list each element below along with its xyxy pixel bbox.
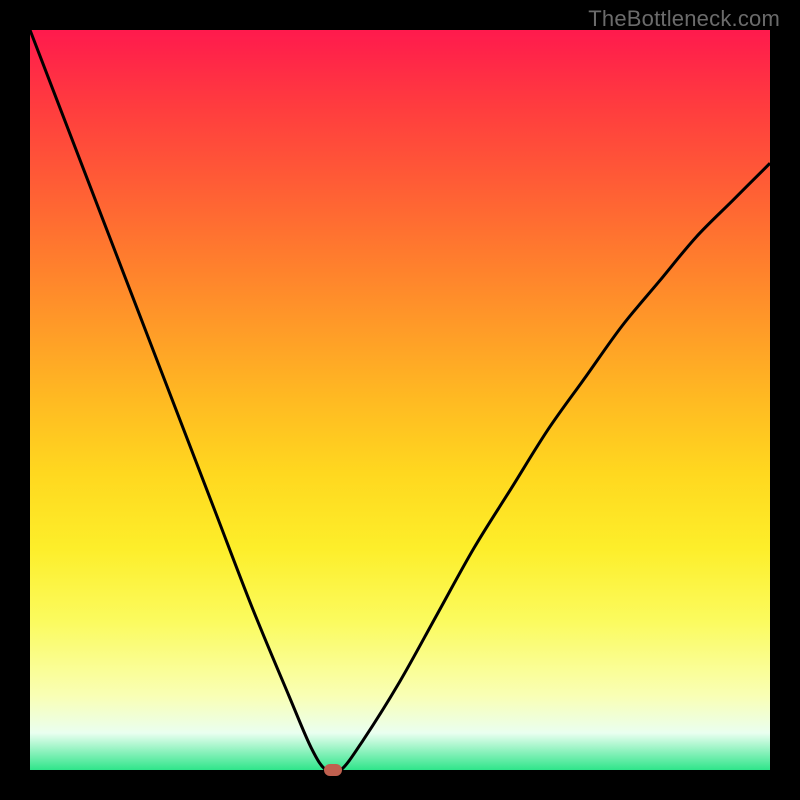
plot-area bbox=[30, 30, 770, 770]
curve-path bbox=[30, 30, 770, 770]
bottleneck-curve bbox=[30, 30, 770, 770]
minimum-marker bbox=[324, 764, 342, 776]
watermark-text: TheBottleneck.com bbox=[588, 6, 780, 32]
chart-frame: TheBottleneck.com bbox=[0, 0, 800, 800]
